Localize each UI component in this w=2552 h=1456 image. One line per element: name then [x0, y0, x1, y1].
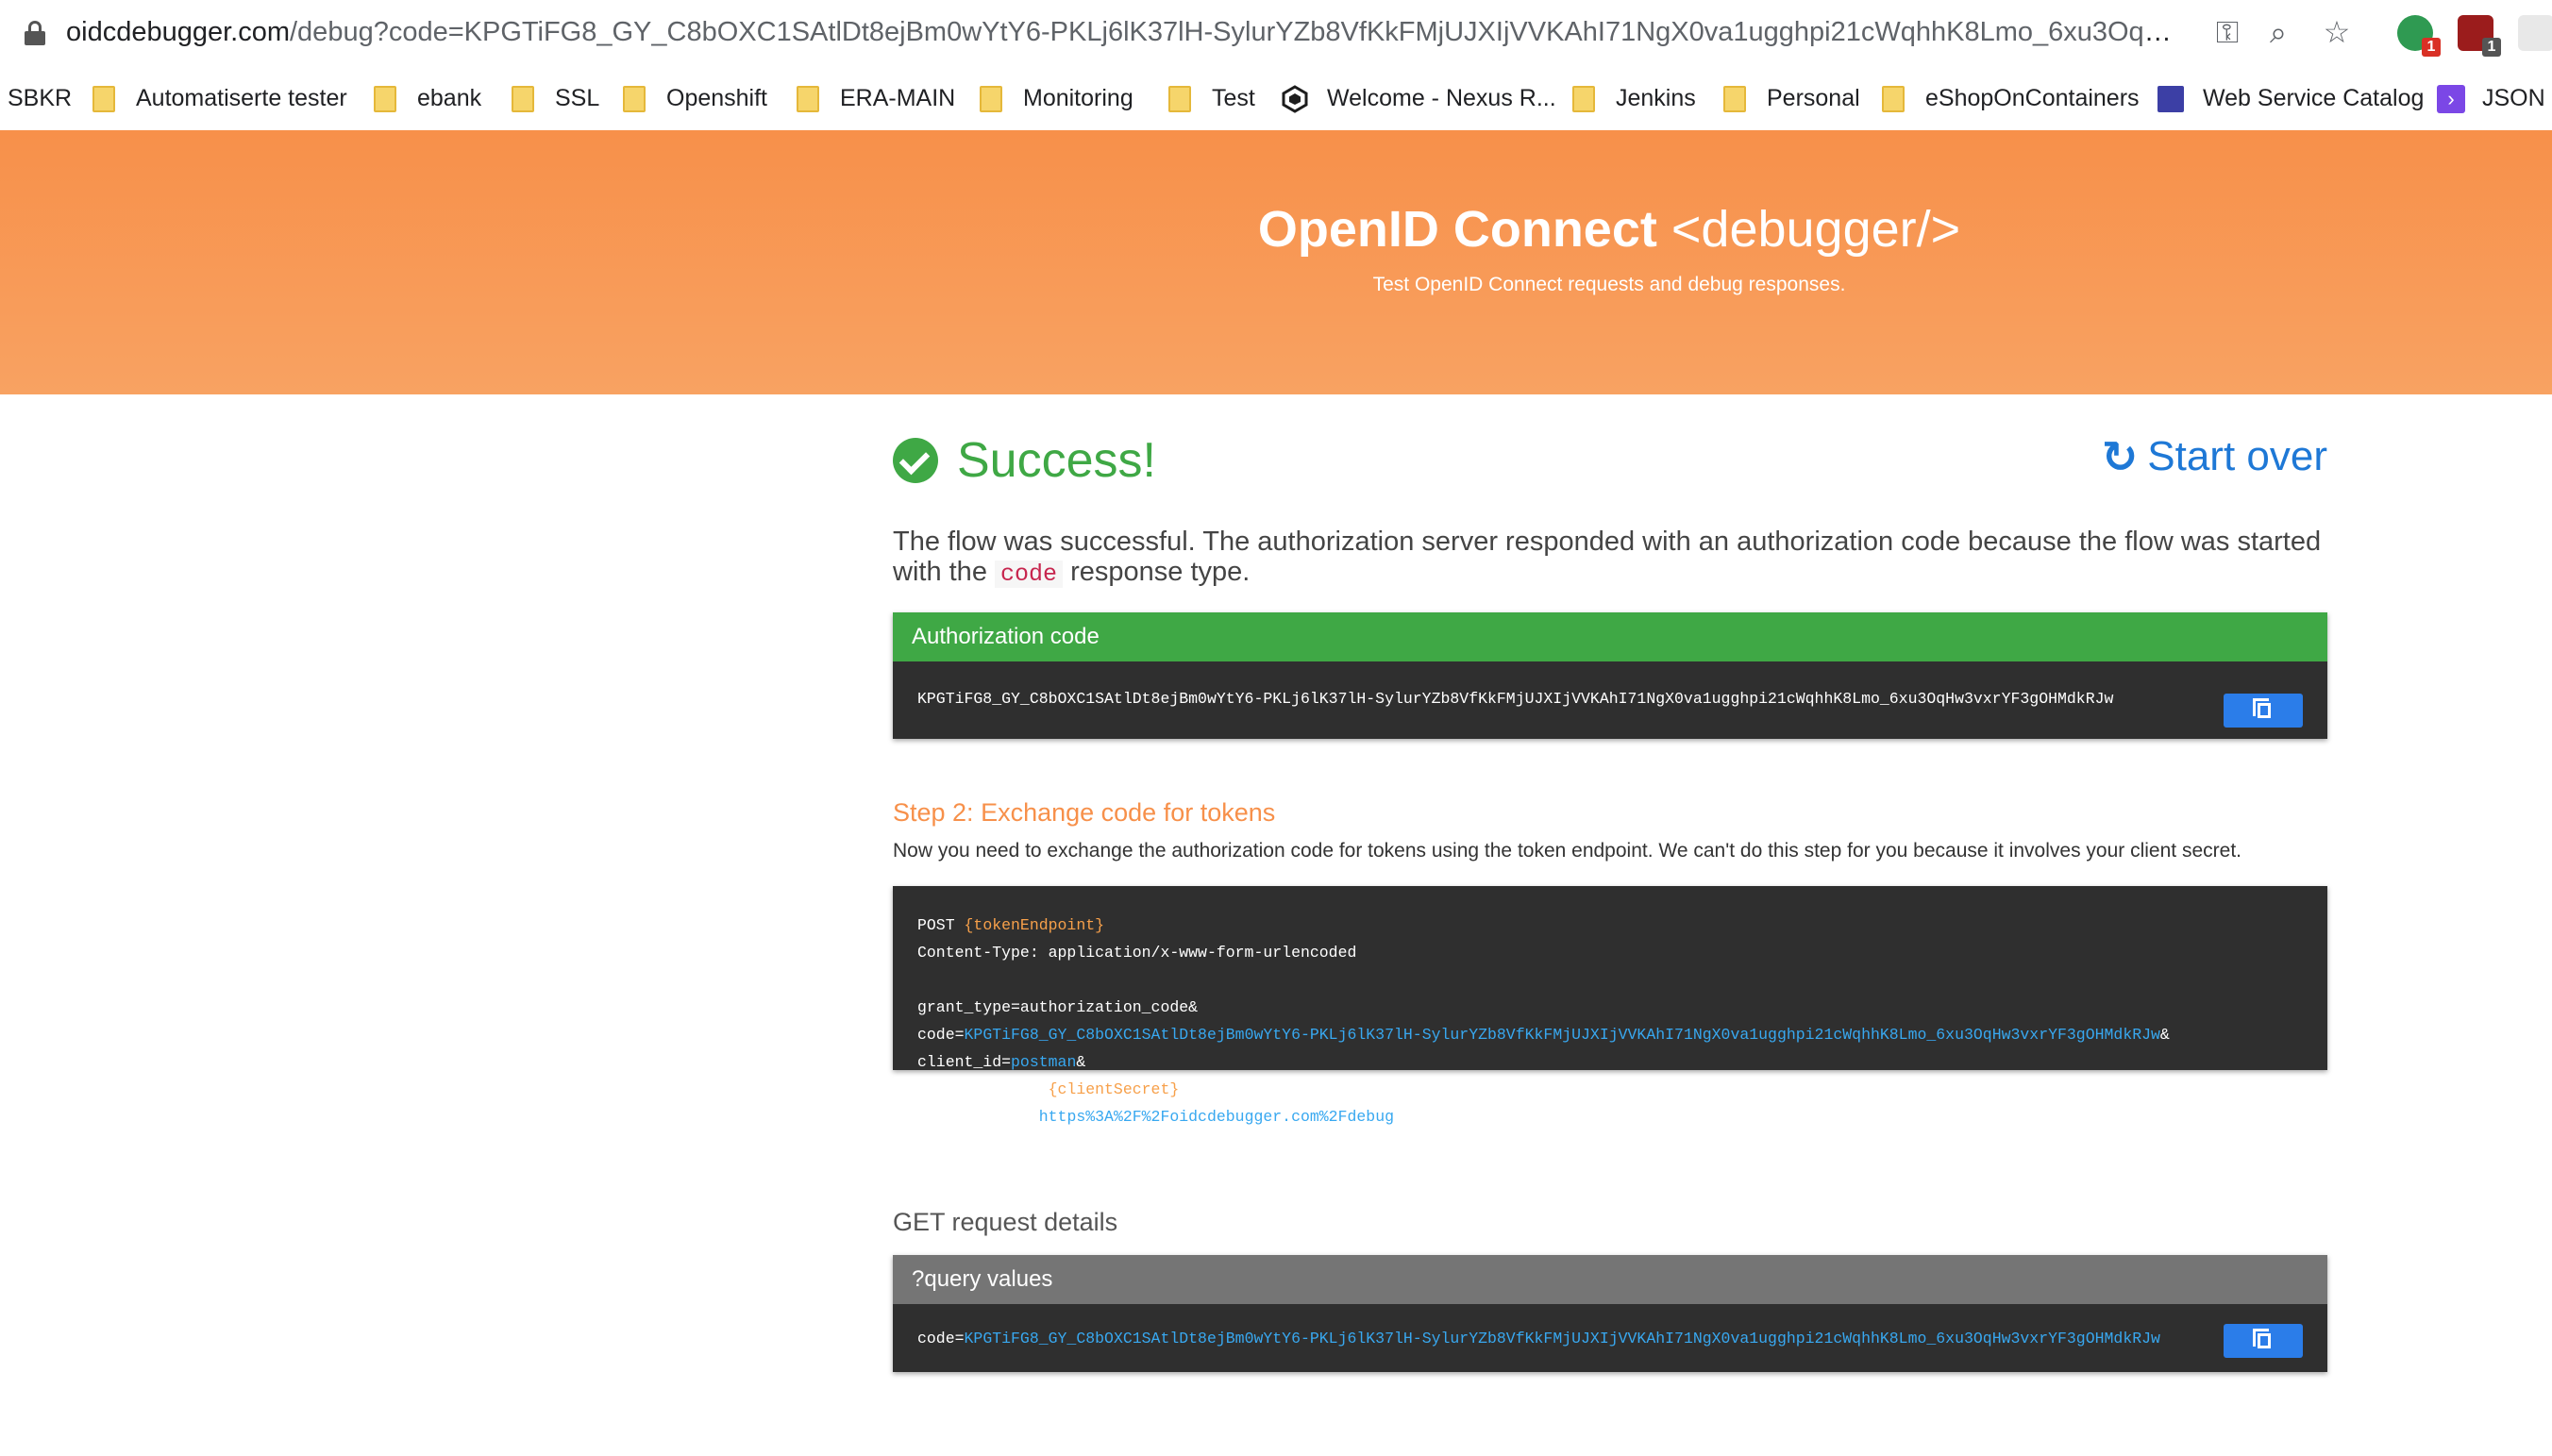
token-request-panel: POST {tokenEndpoint} Content-Type: appli… [893, 886, 2327, 1126]
address-bar[interactable]: oidcdebugger.com/debug?code=KPGTiFG8_GY_… [66, 13, 2180, 51]
bookmark-ssl[interactable]: SSL [512, 79, 599, 117]
copy-authorization-code-button[interactable] [2224, 694, 2303, 728]
bookmark-ebank[interactable]: ebank [374, 79, 481, 117]
query-values-panel: ?query values code=KPGTiFG8_GY_C8bOXC1SA… [893, 1255, 2327, 1372]
folder-icon [1168, 86, 1191, 113]
visual-studio-icon: › [2437, 85, 2465, 114]
extension-badge: 1 [2482, 38, 2501, 57]
nexus-icon [1282, 85, 1308, 114]
start-over-link[interactable]: ↻ Start over [2102, 432, 2327, 481]
copy-query-values-button[interactable] [2224, 1324, 2303, 1358]
bookmark-era-main[interactable]: ERA-MAIN [797, 79, 955, 117]
bookmark-personal[interactable]: Personal [1723, 79, 1860, 117]
bookmark-web-service-catalog[interactable]: Web Service Catalog [2157, 79, 2424, 117]
bookmarks-bar: SBKR Automatiserte tester ebank SSL Open… [0, 66, 2552, 130]
extension-icon-shield[interactable]: 1 [2458, 15, 2501, 57]
folder-icon [1723, 86, 1746, 113]
catalog-icon [2157, 86, 2184, 113]
folder-icon [797, 86, 819, 113]
bookmark-json[interactable]: ›JSON E [2437, 79, 2552, 117]
refresh-icon: ↻ [2101, 432, 2139, 481]
panel-title: Authorization code [893, 612, 2327, 661]
bookmark-test[interactable]: Test [1168, 79, 1255, 117]
folder-icon [512, 86, 534, 113]
extension-badge: 1 [2422, 38, 2441, 57]
folder-icon [1572, 86, 1595, 113]
page-subtitle: Test OpenID Connect requests and debug r… [1372, 274, 1846, 295]
bookmark-eshoponcontainers[interactable]: eShopOnContainers [1882, 79, 2140, 117]
success-heading: Success! [893, 432, 1156, 489]
bookmark-monitoring[interactable]: Monitoring [980, 79, 1133, 117]
folder-icon [1882, 86, 1905, 113]
folder-icon [623, 86, 646, 113]
folder-icon [374, 86, 396, 113]
key-icon[interactable]: ⚿ [2208, 13, 2246, 51]
page-title: OpenID Connect <debugger/> [1257, 201, 1961, 258]
response-type-code: code [995, 561, 1064, 588]
authorization-code-panel: Authorization code KPGTiFG8_GY_C8bOXC1SA… [893, 612, 2327, 739]
browser-toolbar: oidcdebugger.com/debug?code=KPGTiFG8_GY_… [0, 0, 2552, 66]
copy-icon [2253, 698, 2271, 718]
token-request-code: POST {tokenEndpoint} Content-Type: appli… [893, 886, 2327, 1126]
extension-icon-css[interactable] [2518, 15, 2552, 51]
step2-heading: Step 2: Exchange code for tokens [893, 798, 1276, 827]
folder-icon [980, 86, 1002, 113]
copy-icon [2253, 1329, 2271, 1348]
url-path: /debug?code=KPGTiFG8_GY_C8bOXC1SAtlDt8ej… [290, 17, 2180, 47]
step2-description: Now you need to exchange the authorizati… [893, 840, 2241, 862]
bookmark-openshift[interactable]: Openshift [623, 79, 767, 117]
url-domain: oidcdebugger.com [66, 17, 290, 47]
get-request-details-heading: GET request details [893, 1208, 1118, 1236]
folder-icon [92, 86, 115, 113]
star-icon[interactable]: ☆ [2318, 13, 2356, 51]
bookmark-automatiserte-tester[interactable]: Automatiserte tester [92, 79, 347, 117]
bookmark-jenkins[interactable]: Jenkins [1572, 79, 1696, 117]
bookmark-nexus[interactable]: Welcome - Nexus R... [1282, 79, 1556, 117]
authorization-code-value: KPGTiFG8_GY_C8bOXC1SAtlDt8ejBm0wYtY6-PKL… [917, 690, 2114, 708]
bookmark-sbkr[interactable]: SBKR [8, 79, 72, 117]
flow-result-message: The flow was successful. The authorizati… [893, 527, 2322, 588]
panel-title: ?query values [893, 1255, 2327, 1304]
hero-header: OpenID Connect <debugger/> Test OpenID C… [0, 130, 2552, 394]
lock-icon[interactable] [25, 21, 45, 45]
query-code-value: code=KPGTiFG8_GY_C8bOXC1SAtlDt8ejBm0wYtY… [917, 1330, 2160, 1347]
zoom-icon[interactable]: ⌕ [2259, 13, 2297, 51]
check-circle-icon [893, 438, 938, 483]
extension-icon-green[interactable]: 1 [2397, 15, 2441, 57]
